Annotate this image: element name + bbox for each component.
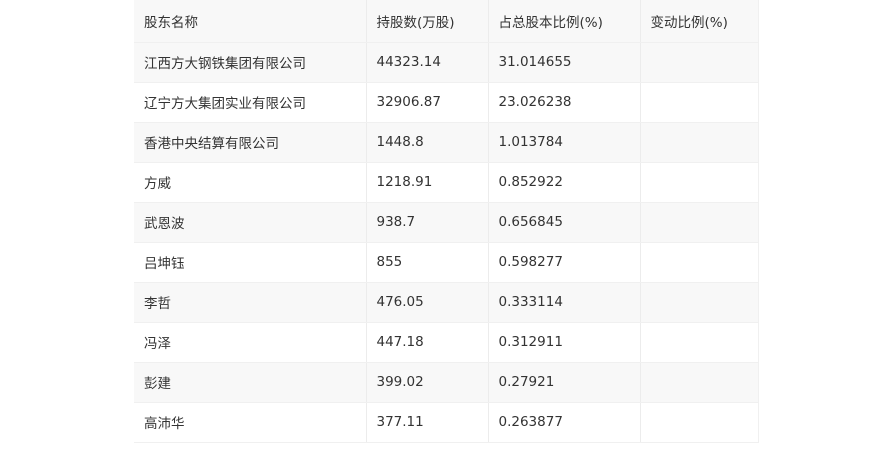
cell-change-ratio xyxy=(640,282,759,323)
cell-shareholder-name: 方威 xyxy=(134,162,367,203)
cell-shares-held: 447.18 xyxy=(366,322,489,363)
cell-shares-held: 44323.14 xyxy=(366,42,489,83)
table-body: 江西方大钢铁集团有限公司 44323.14 31.014655 辽宁方大集团实业… xyxy=(134,42,759,443)
cell-share-ratio: 1.013784 xyxy=(488,122,641,163)
cell-share-ratio: 0.852922 xyxy=(488,162,641,203)
cell-shares-held: 32906.87 xyxy=(366,82,489,123)
cell-shareholder-name: 高沛华 xyxy=(134,402,367,443)
cell-share-ratio: 31.014655 xyxy=(488,42,641,83)
table-row: 辽宁方大集团实业有限公司 32906.87 23.026238 xyxy=(134,82,759,123)
cell-shares-held: 399.02 xyxy=(366,362,489,403)
header-row: 股东名称 持股数(万股) 占总股本比例(%) 变动比例(%) xyxy=(134,0,759,43)
cell-change-ratio xyxy=(640,162,759,203)
cell-change-ratio xyxy=(640,202,759,243)
cell-shareholder-name: 李哲 xyxy=(134,282,367,323)
table-row: 高沛华 377.11 0.263877 xyxy=(134,402,759,443)
table-row: 香港中央结算有限公司 1448.8 1.013784 xyxy=(134,122,759,163)
cell-change-ratio xyxy=(640,122,759,163)
table-row: 江西方大钢铁集团有限公司 44323.14 31.014655 xyxy=(134,42,759,83)
cell-shareholder-name: 香港中央结算有限公司 xyxy=(134,122,367,163)
cell-share-ratio: 0.263877 xyxy=(488,402,641,443)
cell-change-ratio xyxy=(640,322,759,363)
cell-share-ratio: 0.598277 xyxy=(488,242,641,283)
cell-change-ratio xyxy=(640,242,759,283)
cell-shareholder-name: 辽宁方大集团实业有限公司 xyxy=(134,82,367,123)
cell-shares-held: 377.11 xyxy=(366,402,489,443)
cell-change-ratio xyxy=(640,362,759,403)
table-header: 股东名称 持股数(万股) 占总股本比例(%) 变动比例(%) xyxy=(134,0,759,43)
cell-shares-held: 1218.91 xyxy=(366,162,489,203)
table-row: 冯泽 447.18 0.312911 xyxy=(134,322,759,363)
shareholder-table: 股东名称 持股数(万股) 占总股本比例(%) 变动比例(%) 江西方大钢铁集团有… xyxy=(134,0,759,443)
table-row: 吕坤钰 855 0.598277 xyxy=(134,242,759,283)
cell-shareholder-name: 彭建 xyxy=(134,362,367,403)
cell-shares-held: 1448.8 xyxy=(366,122,489,163)
header-share-ratio: 占总股本比例(%) xyxy=(488,0,641,43)
table-row: 武恩波 938.7 0.656845 xyxy=(134,202,759,243)
cell-share-ratio: 0.27921 xyxy=(488,362,641,403)
cell-shares-held: 476.05 xyxy=(366,282,489,323)
cell-share-ratio: 0.312911 xyxy=(488,322,641,363)
cell-shares-held: 938.7 xyxy=(366,202,489,243)
table-row: 方威 1218.91 0.852922 xyxy=(134,162,759,203)
shareholder-table-container: 股东名称 持股数(万股) 占总股本比例(%) 变动比例(%) 江西方大钢铁集团有… xyxy=(134,0,759,443)
cell-shareholder-name: 江西方大钢铁集团有限公司 xyxy=(134,42,367,83)
cell-shareholder-name: 吕坤钰 xyxy=(134,242,367,283)
cell-share-ratio: 0.333114 xyxy=(488,282,641,323)
header-change-ratio: 变动比例(%) xyxy=(640,0,759,43)
cell-shareholder-name: 武恩波 xyxy=(134,202,367,243)
cell-change-ratio xyxy=(640,42,759,83)
cell-share-ratio: 0.656845 xyxy=(488,202,641,243)
cell-change-ratio xyxy=(640,402,759,443)
cell-share-ratio: 23.026238 xyxy=(488,82,641,123)
table-row: 彭建 399.02 0.27921 xyxy=(134,362,759,403)
cell-shares-held: 855 xyxy=(366,242,489,283)
cell-shareholder-name: 冯泽 xyxy=(134,322,367,363)
header-shares-held: 持股数(万股) xyxy=(366,0,489,43)
table-row: 李哲 476.05 0.333114 xyxy=(134,282,759,323)
header-shareholder-name: 股东名称 xyxy=(134,0,367,43)
cell-change-ratio xyxy=(640,82,759,123)
